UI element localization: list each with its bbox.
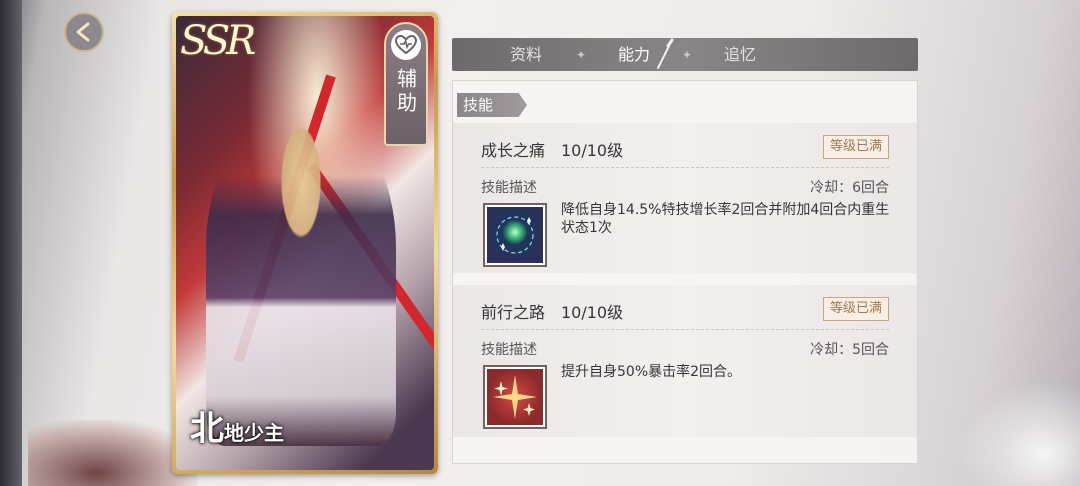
rarity-badge: SSR	[180, 18, 256, 64]
tab-ability[interactable]: 能力	[618, 38, 650, 71]
green-orb-sparkle-icon[interactable]	[483, 203, 547, 267]
tab-bar: 资料 ✦ 能力 ✦ 追忆	[452, 38, 918, 71]
back-button[interactable]	[58, 8, 110, 52]
skill-panel: 技能 成长之痛 10/10级 等级已满 技能描述 冷却：6回合 降低自身14.5…	[452, 80, 918, 464]
skill-cooldown: 冷却：6回合	[810, 180, 889, 196]
tab-separator-icon: ✦	[682, 48, 693, 62]
role-badge: 辅助	[384, 22, 428, 146]
character-name-small: 地少主	[224, 421, 284, 445]
skill-section-header: 技能	[457, 93, 527, 117]
heart-icon	[391, 30, 421, 60]
divider	[481, 329, 889, 330]
skill-name: 成长之痛	[481, 141, 546, 160]
level-max-badge: 等级已满	[822, 135, 889, 159]
character-card: SSR 辅助 北地少主	[172, 12, 438, 474]
skill-description: 降低自身14.5%特技增长率2回合并附加4回合内重生状态1次	[561, 202, 890, 236]
skill-card: 成长之痛 10/10级 等级已满 技能描述 冷却：6回合 降低自身14.5%特技…	[453, 123, 917, 273]
skill-level: 10/10级	[561, 303, 624, 322]
skill-card: 前行之路 10/10级 等级已满 技能描述 冷却：5回合 提升自身50%暴击率2…	[453, 285, 917, 437]
character-name: 北地少主	[190, 401, 284, 450]
left-edge-shade	[0, 0, 22, 486]
character-portrait	[206, 116, 396, 446]
skill-desc-label: 技能描述	[481, 180, 537, 196]
skill-name: 前行之路	[481, 303, 546, 322]
role-label: 辅助	[393, 68, 418, 116]
skill-description: 提升自身50%暴击率2回合。	[561, 364, 742, 380]
character-name-big: 北	[190, 409, 224, 449]
divider	[481, 167, 889, 168]
skill-desc-label: 技能描述	[481, 342, 537, 358]
skill-cooldown: 冷却：5回合	[810, 342, 889, 358]
skill-level: 10/10级	[561, 141, 624, 160]
quill-icon	[654, 38, 674, 74]
tab-profile[interactable]: 资料	[510, 38, 542, 71]
back-arrow-icon	[64, 12, 104, 52]
feather-decoration	[960, 380, 1080, 486]
tab-separator-icon: ✦	[576, 48, 587, 62]
tab-memories[interactable]: 追忆	[724, 38, 756, 71]
level-max-badge: 等级已满	[822, 297, 889, 321]
golden-star-burst-icon[interactable]	[483, 365, 547, 429]
